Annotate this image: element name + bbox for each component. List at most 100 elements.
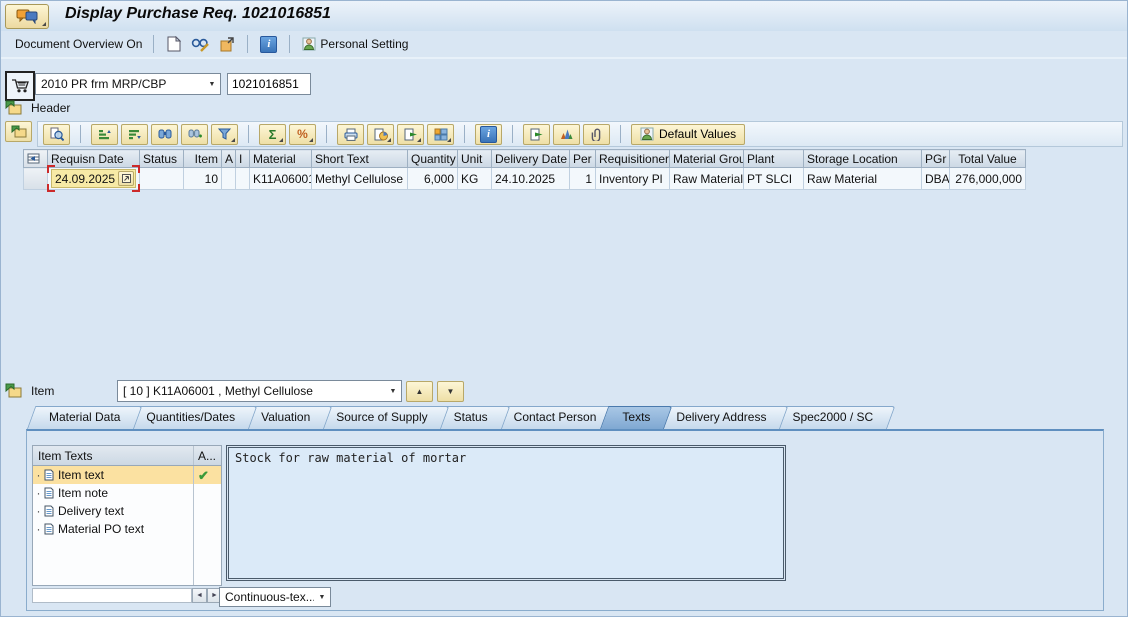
sort-descending-button[interactable] bbox=[121, 123, 148, 145]
layout-button[interactable] bbox=[427, 123, 454, 145]
magnifier-icon bbox=[50, 127, 64, 141]
details-button[interactable] bbox=[43, 123, 70, 145]
column-header[interactable]: Requisn Date bbox=[47, 149, 140, 168]
find-button[interactable] bbox=[151, 123, 178, 145]
sort-ascending-button[interactable] bbox=[91, 123, 118, 145]
column-header[interactable]: PGr bbox=[921, 149, 950, 168]
column-header[interactable]: Storage Location bbox=[803, 149, 922, 168]
document-overview-button[interactable]: Document Overview On bbox=[11, 35, 146, 53]
column-header[interactable]: Per bbox=[569, 149, 596, 168]
text-document-icon bbox=[44, 469, 54, 481]
text-editor[interactable]: Stock for raw material of mortar bbox=[228, 447, 784, 579]
default-values-button[interactable]: Default Values bbox=[631, 123, 746, 145]
tab-texts[interactable]: Texts bbox=[600, 406, 664, 429]
personal-setting-button[interactable]: Personal Setting bbox=[297, 34, 413, 54]
list-horizontal-scrollbar[interactable]: ◄ ► bbox=[32, 588, 222, 603]
filter-icon bbox=[218, 128, 231, 140]
scrollbar-track[interactable] bbox=[32, 588, 192, 603]
text-format-dropdown[interactable]: Continuous-tex... ▼ bbox=[219, 587, 331, 607]
column-header[interactable]: Delivery Date bbox=[491, 149, 570, 168]
tab-quantities-dates[interactable]: Quantities/Dates bbox=[124, 406, 249, 429]
pgr-cell: DBA bbox=[921, 167, 950, 190]
divider bbox=[620, 125, 621, 143]
display-change-button[interactable] bbox=[186, 34, 214, 55]
requisn-date-cell[interactable]: 24.09.2025 bbox=[47, 165, 140, 192]
new-document-icon bbox=[167, 36, 182, 52]
expand-item-icon[interactable] bbox=[5, 383, 23, 399]
tab-spec2000-sc[interactable]: Spec2000 / SC bbox=[770, 406, 887, 429]
views-button[interactable] bbox=[367, 123, 394, 145]
table-row[interactable]: 24.09.2025 10 K11A06001 Methyl Cellulose… bbox=[23, 165, 1026, 192]
requisn-date-field[interactable]: 24.09.2025 bbox=[51, 169, 136, 188]
column-header[interactable]: Material Group bbox=[669, 149, 744, 168]
column-header[interactable]: Status bbox=[139, 149, 184, 168]
collapse-grid-button[interactable] bbox=[5, 121, 32, 142]
total-value-cell: 276,000,000 bbox=[949, 167, 1026, 190]
column-header[interactable]: Plant bbox=[743, 149, 804, 168]
column-header[interactable]: Total Value bbox=[949, 149, 1026, 168]
create-document-button[interactable] bbox=[161, 33, 186, 55]
info-button[interactable]: i bbox=[255, 33, 282, 56]
find-next-button[interactable] bbox=[181, 123, 208, 145]
select-all-header[interactable] bbox=[23, 149, 48, 168]
graphic-button[interactable] bbox=[553, 123, 580, 145]
previous-item-button[interactable]: ▲ bbox=[406, 380, 433, 402]
delivery-date-cell: 24.10.2025 bbox=[491, 167, 570, 190]
collapse-icon bbox=[11, 125, 26, 137]
tab-delivery-address[interactable]: Delivery Address bbox=[654, 406, 780, 429]
a-cell bbox=[221, 167, 236, 190]
subtotal-button[interactable]: % bbox=[289, 123, 316, 145]
column-header[interactable]: Item bbox=[183, 149, 222, 168]
tab-source-of-supply[interactable]: Source of Supply bbox=[314, 406, 441, 429]
export-button[interactable] bbox=[397, 123, 424, 145]
per-cell: 1 bbox=[569, 167, 596, 190]
dropdown-corner bbox=[279, 137, 283, 142]
next-item-button[interactable]: ▼ bbox=[437, 380, 464, 402]
item-selector-row: Item [ 10 ] K11A06001 , Methyl Cellulose… bbox=[5, 380, 464, 402]
shopping-cart-button[interactable] bbox=[5, 71, 35, 101]
other-document-button[interactable] bbox=[214, 34, 240, 55]
attachment-button[interactable] bbox=[583, 123, 610, 145]
doc-type-dropdown[interactable]: 2010 PR frm MRP/CBP ▼ bbox=[35, 73, 221, 95]
divider bbox=[153, 35, 155, 53]
requisn-date-value: 24.09.2025 bbox=[55, 171, 116, 186]
scroll-left-button[interactable]: ◄ bbox=[192, 588, 207, 603]
total-button[interactable]: Σ bbox=[259, 123, 286, 145]
copy-document-icon bbox=[530, 128, 543, 140]
column-header[interactable]: Material bbox=[249, 149, 312, 168]
row-selector[interactable] bbox=[23, 167, 48, 190]
grid-info-button[interactable]: i bbox=[475, 123, 502, 145]
column-header[interactable]: I bbox=[235, 149, 250, 168]
menu-dropdown-corner bbox=[42, 22, 46, 26]
item-dropdown[interactable]: [ 10 ] K11A06001 , Methyl Cellulose ▼ bbox=[117, 380, 402, 402]
left-arrow-icon: ◄ bbox=[196, 592, 203, 599]
column-header[interactable]: Quantity bbox=[407, 149, 458, 168]
i-cell bbox=[235, 167, 250, 190]
chevron-down-icon: ▼ bbox=[208, 80, 216, 88]
shopping-cart-icon bbox=[12, 79, 29, 93]
set-filter-button[interactable] bbox=[211, 123, 238, 145]
dropdown-corner bbox=[309, 137, 313, 142]
print-button[interactable] bbox=[337, 123, 364, 145]
sigma-icon: Σ bbox=[268, 126, 277, 142]
doc-number-input[interactable] bbox=[227, 73, 311, 95]
copy-item-button[interactable] bbox=[523, 123, 550, 145]
item-texts-list: Item Texts A... · Item text ✔ · Item not… bbox=[32, 445, 222, 586]
list-item-item-note[interactable]: · Item note bbox=[33, 484, 221, 502]
expand-header-icon[interactable] bbox=[5, 100, 23, 116]
column-header[interactable]: Requisitioner bbox=[595, 149, 670, 168]
list-item-delivery-text[interactable]: · Delivery text bbox=[33, 502, 221, 520]
tab-material-data[interactable]: Material Data bbox=[27, 406, 134, 429]
text-document-icon bbox=[44, 487, 54, 499]
list-item-item-text[interactable]: · Item text ✔ bbox=[33, 466, 221, 484]
system-menu-button[interactable] bbox=[5, 4, 49, 29]
column-header[interactable]: A bbox=[221, 149, 236, 168]
personal-setting-label: Personal Setting bbox=[320, 37, 409, 51]
material-group-cell: Raw Material bbox=[669, 167, 744, 190]
column-header[interactable]: Unit bbox=[457, 149, 492, 168]
column-header[interactable]: Short Text bbox=[311, 149, 408, 168]
dropdown-corner bbox=[417, 137, 421, 142]
list-item-material-po-text[interactable]: · Material PO text bbox=[33, 520, 221, 538]
tab-contact-person[interactable]: Contact Person bbox=[492, 406, 611, 429]
item-tabstrip: Material Data Quantities/Dates Valuation… bbox=[27, 406, 887, 429]
